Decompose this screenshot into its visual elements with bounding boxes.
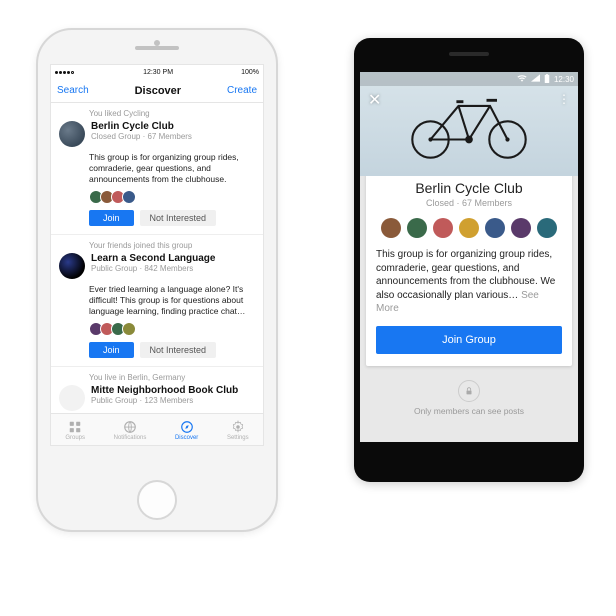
group-cover-photo: ✕ ⋮ — [360, 72, 578, 176]
home-button[interactable] — [137, 480, 177, 520]
group-info-card: Berlin Cycle Club Closed · 67 Members Th… — [366, 170, 572, 366]
group-meta: Public Group · 123 Members — [91, 396, 238, 405]
group-description: This group is for organizing group rides… — [376, 248, 562, 316]
group-name[interactable]: Berlin Cycle Club — [91, 121, 192, 132]
member-facepile — [89, 190, 255, 204]
tab-label: Discover — [175, 435, 198, 441]
create-link[interactable]: Create — [227, 85, 257, 96]
battery-level: 100% — [241, 69, 259, 76]
compass-icon — [180, 420, 194, 434]
close-icon[interactable]: ✕ — [368, 90, 381, 110]
groups-icon — [68, 420, 82, 434]
privacy-notice: Only members can see posts — [360, 380, 578, 416]
gear-icon — [231, 420, 245, 434]
wifi-icon — [517, 74, 527, 84]
status-time: 12:30 — [554, 75, 574, 84]
lock-icon — [458, 380, 480, 402]
join-button[interactable]: Join — [89, 210, 134, 226]
group-description: This group is for organizing group rides… — [89, 152, 255, 185]
bicycle-image — [399, 82, 539, 167]
page-title: Discover — [135, 85, 181, 97]
ios-status-bar: 12:30 PM 100% — [51, 65, 263, 79]
group-card[interactable]: You live in Berlin, Germany Mitte Neighb… — [51, 367, 263, 413]
tab-label: Settings — [227, 435, 249, 441]
group-name[interactable]: Mitte Neighborhood Book Club — [91, 385, 238, 396]
tab-settings[interactable]: Settings — [227, 420, 249, 441]
recommendation-reason: Your friends joined this group — [89, 241, 255, 250]
group-avatar[interactable] — [59, 121, 85, 147]
phone-camera-dot — [154, 40, 160, 46]
group-card[interactable]: You liked Cycling Berlin Cycle Club Clos… — [51, 103, 263, 235]
group-name[interactable]: Learn a Second Language — [91, 253, 215, 264]
android-device-frame: 12:30 ✕ ⋮ Berlin Cy — [354, 38, 584, 482]
overflow-menu-icon[interactable]: ⋮ — [558, 92, 570, 106]
join-group-button[interactable]: Join Group — [376, 326, 562, 354]
iphone-screen: 12:30 PM 100% Search Discover Create You… — [50, 64, 264, 446]
android-screen: 12:30 ✕ ⋮ Berlin Cy — [360, 72, 578, 442]
battery-icon — [544, 74, 550, 85]
tab-discover[interactable]: Discover — [175, 420, 198, 441]
privacy-text: Only members can see posts — [360, 406, 578, 416]
phone-speaker — [449, 52, 489, 56]
ios-nav-bar: Search Discover Create — [51, 79, 263, 103]
group-avatar[interactable] — [59, 253, 85, 279]
group-meta: Closed Group · 67 Members — [91, 132, 192, 141]
group-description: Ever tried learning a language alone? It… — [89, 284, 255, 317]
member-facepile[interactable] — [376, 218, 562, 238]
discover-feed[interactable]: You liked Cycling Berlin Cycle Club Clos… — [51, 103, 263, 413]
globe-icon — [123, 420, 137, 434]
tab-label: Notifications — [114, 435, 147, 441]
group-avatar[interactable] — [59, 385, 85, 411]
tab-notifications[interactable]: Notifications — [114, 420, 147, 441]
group-meta: Public Group · 842 Members — [91, 264, 215, 273]
tab-label: Groups — [65, 435, 85, 441]
signal-strength-icon — [55, 69, 75, 76]
group-title: Berlin Cycle Club — [376, 180, 562, 196]
search-link[interactable]: Search — [57, 85, 89, 96]
not-interested-button[interactable]: Not Interested — [140, 342, 217, 358]
tab-groups[interactable]: Groups — [65, 420, 85, 441]
signal-icon — [531, 74, 540, 84]
android-status-bar: 12:30 — [360, 72, 578, 86]
not-interested-button[interactable]: Not Interested — [140, 210, 217, 226]
join-button[interactable]: Join — [89, 342, 134, 358]
status-time: 12:30 PM — [143, 69, 173, 76]
iphone-device-frame: 12:30 PM 100% Search Discover Create You… — [36, 28, 278, 532]
ios-tab-bar: Groups Notifications Discover Settings — [51, 413, 263, 446]
member-facepile — [89, 322, 255, 336]
recommendation-reason: You liked Cycling — [89, 109, 255, 118]
recommendation-reason: You live in Berlin, Germany — [89, 373, 255, 382]
group-card[interactable]: Your friends joined this group Learn a S… — [51, 235, 263, 367]
group-meta: Closed · 67 Members — [376, 198, 562, 208]
phone-speaker — [135, 46, 179, 50]
